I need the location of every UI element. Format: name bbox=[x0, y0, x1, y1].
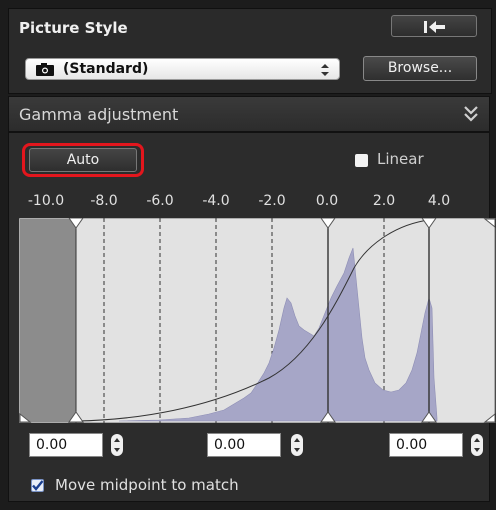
scale-label: -4.0 bbox=[202, 193, 230, 209]
midpoint-stepper[interactable] bbox=[291, 434, 303, 456]
up-down-stepper-icon bbox=[474, 438, 480, 452]
white-point-stepper[interactable] bbox=[471, 434, 483, 456]
picture-style-section: Picture Style (Standard) Browse... bbox=[8, 8, 492, 94]
scale-label: 2.0 bbox=[372, 193, 396, 209]
scale-label: 0.0 bbox=[315, 193, 339, 209]
auto-button-highlight bbox=[22, 143, 144, 177]
midpoint-input[interactable]: 0.00 bbox=[207, 433, 281, 457]
linear-checkbox[interactable] bbox=[355, 154, 368, 167]
gamma-adjustment-body: Auto Linear -10.0 -8.0 -6.0 -4.0 -2.0 0.… bbox=[8, 132, 496, 502]
select-arrows-icon bbox=[321, 64, 329, 76]
scale-label: -10.0 bbox=[27, 193, 65, 209]
picture-style-panel: Picture Style (Standard) Browse... Gamma… bbox=[0, 0, 496, 510]
gamma-adjustment-title: Gamma adjustment bbox=[19, 105, 179, 124]
black-point-input[interactable]: 0.00 bbox=[29, 433, 103, 457]
scale-label: 4.0 bbox=[427, 193, 451, 209]
move-midpoint-checkbox[interactable] bbox=[31, 479, 44, 492]
up-down-stepper-icon bbox=[294, 438, 300, 452]
picture-style-title: Picture Style bbox=[19, 19, 128, 37]
undo-button[interactable] bbox=[391, 15, 477, 37]
double-chevron-down-icon[interactable] bbox=[463, 105, 479, 123]
linear-label: Linear bbox=[377, 150, 424, 168]
camera-icon bbox=[36, 63, 54, 76]
move-midpoint-label: Move midpoint to match bbox=[55, 476, 239, 494]
black-point-stepper[interactable] bbox=[111, 434, 123, 456]
white-point-input[interactable]: 0.00 bbox=[389, 433, 463, 457]
scale-label: -2.0 bbox=[258, 193, 286, 209]
browse-button[interactable]: Browse... bbox=[363, 56, 477, 81]
picture-style-select[interactable]: (Standard) bbox=[25, 58, 340, 80]
checkmark-icon bbox=[32, 480, 44, 491]
selected-style-value: (Standard) bbox=[63, 61, 149, 77]
up-down-stepper-icon bbox=[114, 438, 120, 452]
scale-label: -8.0 bbox=[90, 193, 118, 209]
scale-label: -6.0 bbox=[146, 193, 174, 209]
undo-arrow-icon bbox=[424, 21, 445, 33]
gamma-scale: -10.0 -8.0 -6.0 -4.0 -2.0 0.0 2.0 4.0 bbox=[9, 193, 491, 213]
gamma-histogram[interactable] bbox=[19, 218, 496, 423]
gamma-adjustment-header[interactable]: Gamma adjustment bbox=[8, 96, 490, 132]
